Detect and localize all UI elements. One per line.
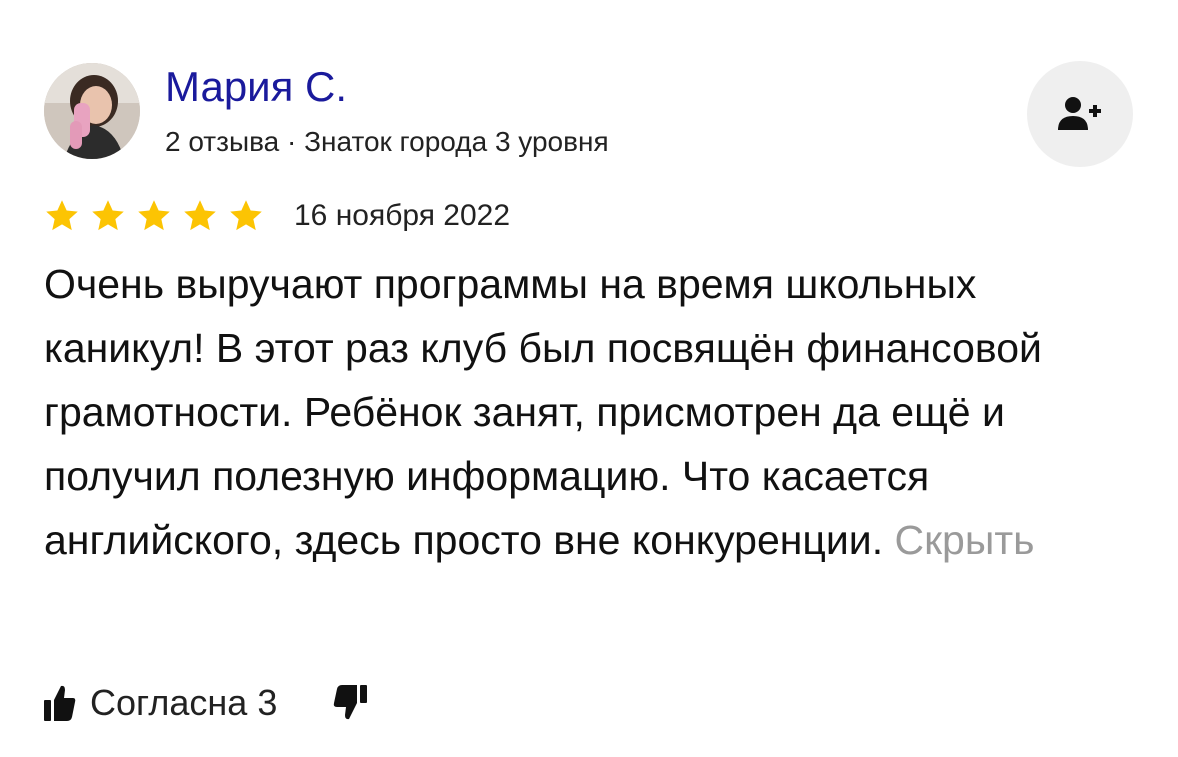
rating-stars bbox=[44, 198, 264, 234]
review-card: Мария С. 2 отзыва · Знаток города 3 уров… bbox=[0, 0, 1178, 757]
star-icon bbox=[92, 200, 124, 231]
like-button[interactable]: Согласна 3 bbox=[44, 681, 277, 725]
author-avatar[interactable] bbox=[44, 63, 140, 159]
review-body: Очень выручают программы на время школьн… bbox=[44, 261, 1042, 563]
author-name-link[interactable]: Мария С. bbox=[165, 62, 347, 112]
like-text: Согласна bbox=[90, 682, 248, 723]
star-icon bbox=[46, 200, 78, 231]
star-icon bbox=[138, 200, 170, 231]
dislike-button[interactable] bbox=[333, 685, 368, 721]
star-icon bbox=[230, 200, 262, 231]
like-count: 3 bbox=[257, 682, 278, 723]
subscribe-button[interactable] bbox=[1027, 61, 1133, 167]
author-meta: 2 отзыва · Знаток города 3 уровня bbox=[165, 126, 609, 157]
star-icon bbox=[184, 200, 216, 231]
avatar-photo-icon bbox=[44, 63, 140, 159]
review-text: Очень выручают программы на время школьн… bbox=[44, 252, 1134, 572]
rating-row: 16 ноября 2022 bbox=[44, 196, 510, 236]
reactions-row: Согласна 3 bbox=[44, 675, 368, 731]
review-date: 16 ноября 2022 bbox=[294, 199, 511, 232]
add-user-icon bbox=[1058, 97, 1101, 130]
thumbs-up-icon bbox=[44, 685, 76, 721]
like-label: Согласна 3 bbox=[90, 681, 277, 725]
hide-link[interactable]: Скрыть bbox=[895, 517, 1035, 563]
thumbs-down-icon bbox=[334, 685, 368, 720]
